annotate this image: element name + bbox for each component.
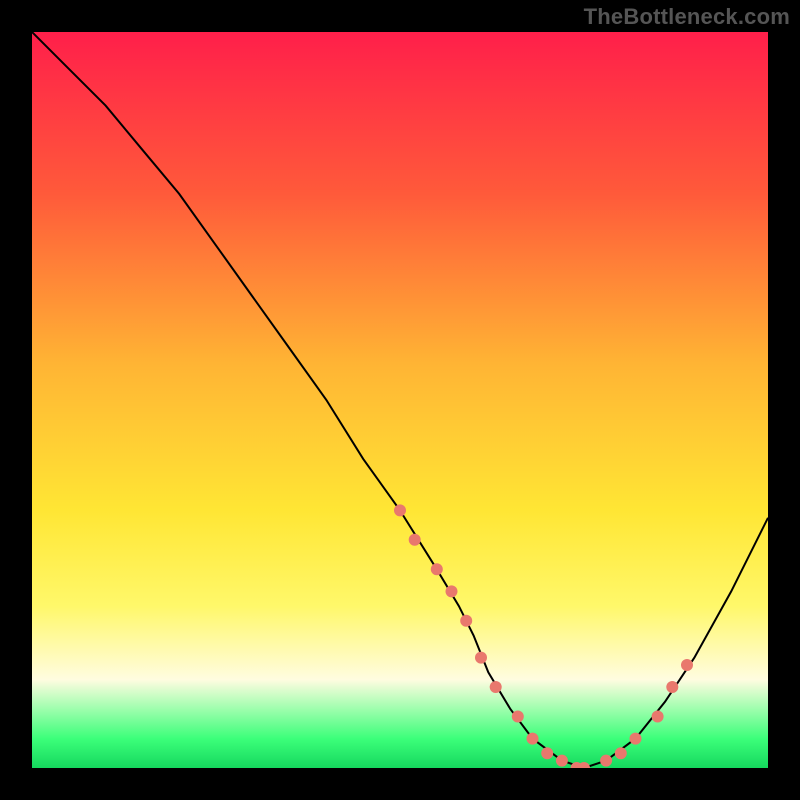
curve-marker (615, 747, 627, 759)
chart-frame: TheBottleneck.com (0, 0, 800, 800)
curve-marker (527, 733, 539, 745)
curve-marker (541, 747, 553, 759)
curve-marker (490, 681, 502, 693)
bottleneck-curve (32, 32, 768, 768)
curve-markers (394, 504, 693, 768)
watermark-text: TheBottleneck.com (584, 4, 790, 30)
curve-marker (431, 563, 443, 575)
curve-marker (578, 762, 590, 768)
curve-marker (446, 585, 458, 597)
curve-layer (32, 32, 768, 768)
curve-marker (475, 652, 487, 664)
curve-marker (630, 733, 642, 745)
plot-area (32, 32, 768, 768)
curve-marker (666, 681, 678, 693)
curve-marker (556, 755, 568, 767)
curve-marker (409, 534, 421, 546)
curve-marker (600, 755, 612, 767)
curve-marker (652, 711, 664, 723)
curve-marker (460, 615, 472, 627)
curve-marker (512, 711, 524, 723)
curve-marker (681, 659, 693, 671)
curve-marker (394, 504, 406, 516)
